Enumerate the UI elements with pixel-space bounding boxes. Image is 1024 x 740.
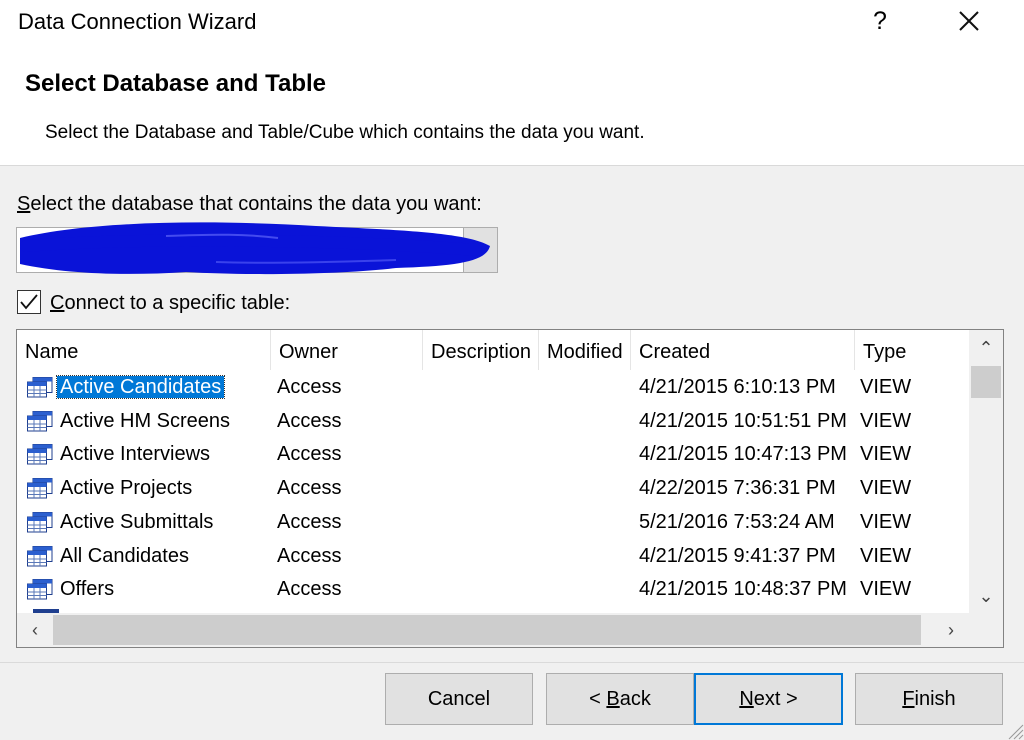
column-header-name[interactable]: Name [17, 330, 271, 370]
cell-name: Active Submittals [57, 505, 216, 539]
back-mnemonic: B [606, 688, 620, 710]
table-row[interactable]: Active Submittals Access 5/21/2016 7:53:24… [17, 505, 969, 539]
cell-name: All Candidates [57, 539, 192, 573]
cell-type: VIEW [860, 376, 912, 398]
scrollbar-corner [969, 613, 1003, 647]
cell-created: 4/21/2015 6:10:13 PM [639, 376, 836, 398]
cell-type: VIEW [860, 443, 912, 466]
vertical-scroll-thumb[interactable] [971, 366, 1001, 398]
cell-created: 4/22/2015 7:36:31 PM [639, 477, 836, 500]
horizontal-scroll-thumb[interactable] [53, 615, 921, 645]
close-icon [959, 11, 979, 31]
vertical-scrollbar[interactable]: ⌃ ⌄ [969, 330, 1003, 613]
table-view-icon [27, 478, 53, 499]
database-label-text: elect the database that contains the dat… [30, 193, 482, 215]
table-list[interactable]: Name Owner Description Modified Created … [16, 329, 1004, 648]
table-view-icon [27, 511, 53, 533]
cell-owner: Access [277, 544, 342, 567]
finish-button[interactable]: Finish [855, 673, 1003, 725]
cancel-button[interactable]: Cancel [385, 673, 533, 725]
title-bar: Data Connection Wizard ? [0, 0, 1024, 48]
database-label-mnemonic: S [17, 193, 31, 215]
table-row[interactable]: Active Interviews Access 4/21/2015 10:47:1… [17, 437, 969, 471]
cell-owner: Access [277, 443, 342, 466]
column-header-modified[interactable]: Modified [539, 330, 631, 370]
cell-name: Offers [57, 572, 117, 606]
cell-name: Active Candidates [55, 370, 226, 404]
cell-name: Active Interviews [57, 437, 213, 471]
window-title: Data Connection Wizard [18, 9, 257, 34]
connect-specific-table-label: Connect to a specific table: [50, 292, 290, 315]
footer-separator [0, 662, 1024, 663]
table-name: Active Interviews [60, 443, 211, 466]
connect-label-text: onnect to a specific table: [64, 292, 291, 314]
next-mnemonic: N [739, 688, 754, 710]
cell-created: 4/21/2015 10:48:37 PM [639, 578, 847, 601]
scroll-down-arrow-icon[interactable]: ⌄ [969, 580, 1003, 613]
cell-created: 4/21/2015 9:41:37 PM [639, 544, 836, 567]
cell-type: VIEW [860, 510, 912, 533]
help-button[interactable]: ? [866, 4, 894, 38]
table-row[interactable]: Offers Access 4/21/2015 10:48:37 PM VIEW [17, 572, 969, 606]
finish-text: inish [914, 688, 956, 710]
connect-label-mnemonic: C [50, 292, 65, 314]
column-header-created[interactable]: Created [631, 330, 855, 370]
back-text: ack [619, 688, 651, 710]
table-name: Active Submittals [60, 510, 214, 533]
table-name: Active Projects [60, 477, 193, 500]
cell-owner: Access [277, 510, 342, 533]
checkmark-icon [20, 294, 38, 310]
finish-mnemonic: F [902, 688, 915, 710]
table-row[interactable]: Active Candidates Access 4/21/2015 6:10:13… [17, 370, 969, 404]
scroll-right-arrow-icon[interactable]: › [933, 613, 969, 647]
cell-type: VIEW [860, 578, 912, 601]
table-row[interactable]: All Candidates Access 4/21/2015 9:41:37 PM… [17, 539, 969, 573]
column-header-description[interactable]: Description [423, 330, 539, 370]
back-prefix: < [589, 688, 607, 710]
cell-created: 5/21/2016 7:53:24 AM [639, 510, 835, 533]
back-button[interactable]: < Back [546, 673, 694, 725]
table-view-icon [27, 410, 53, 432]
page-title: Select Database and Table [25, 70, 327, 97]
database-label: Select the database that contains the da… [17, 193, 482, 216]
cell-type: VIEW [860, 409, 912, 432]
scroll-up-arrow-icon[interactable]: ⌃ [969, 330, 1003, 366]
table-name: All Candidates [60, 544, 189, 567]
dropdown-button[interactable] [463, 228, 497, 272]
database-dropdown[interactable] [16, 227, 498, 273]
table-name: Active HM Screens [60, 409, 231, 432]
table-view-icon [27, 444, 53, 465]
table-row[interactable]: Active Projects Access 4/22/2015 7:36:31 P… [17, 471, 969, 505]
cell-owner: Access [277, 578, 342, 601]
table-name: Active Candidates [55, 375, 226, 399]
page-subtitle: Select the Database and Table/Cube which… [45, 122, 645, 143]
scroll-left-arrow-icon[interactable]: ‹ [17, 613, 53, 647]
table-view-icon [27, 545, 53, 566]
table-row[interactable]: Active HM Screens Access 4/21/2015 10:51:5… [17, 404, 969, 438]
cell-created: 4/21/2015 10:51:51 PM [639, 409, 847, 432]
cell-name: Active Projects [57, 471, 195, 505]
column-header-owner[interactable]: Owner [271, 330, 423, 370]
checkbox-box[interactable] [17, 290, 41, 314]
horizontal-scrollbar[interactable]: ‹ › [17, 613, 969, 647]
next-button[interactable]: Next > [694, 673, 843, 725]
column-header-type[interactable]: Type [855, 330, 969, 370]
resize-grip-icon[interactable] [1004, 720, 1024, 740]
cell-name: Active HM Screens [57, 404, 233, 438]
close-button[interactable] [952, 4, 986, 38]
next-text: ext > [753, 688, 798, 710]
cell-owner: Access [277, 409, 342, 432]
wizard-header: Select Database and Table Select the Dat… [0, 48, 1024, 166]
table-name: Offers [60, 578, 115, 601]
table-view-icon [27, 579, 53, 600]
table-view-icon [27, 377, 53, 398]
cell-type: VIEW [860, 477, 912, 500]
cell-type: VIEW [860, 544, 912, 567]
cell-owner: Access [277, 477, 342, 500]
cell-created: 4/21/2015 10:47:13 PM [639, 443, 847, 466]
cell-owner: Access [277, 376, 342, 398]
